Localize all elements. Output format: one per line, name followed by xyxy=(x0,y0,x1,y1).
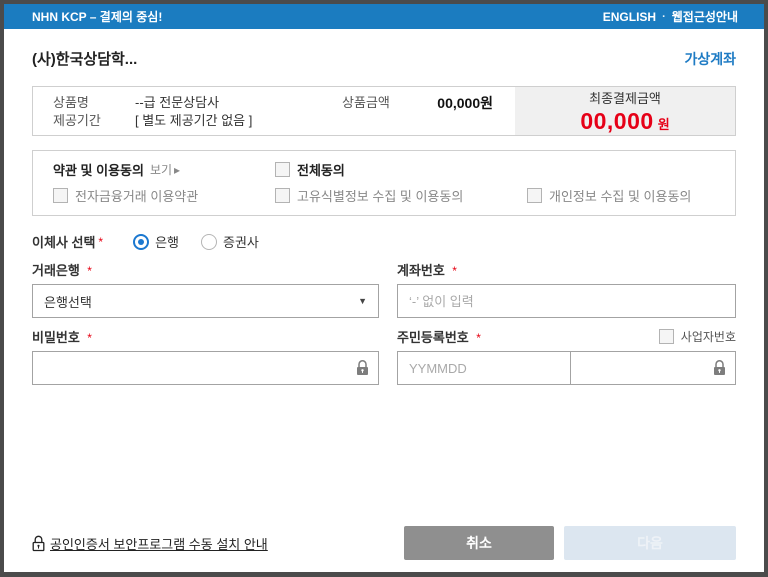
password-label-row: 비밀번호 * xyxy=(32,328,379,345)
password-field-col: 비밀번호 * xyxy=(32,318,379,385)
english-link[interactable]: ENGLISH xyxy=(603,10,656,24)
cancel-button[interactable]: 취소 xyxy=(404,526,554,560)
required-mark: * xyxy=(98,234,104,249)
password-label: 비밀번호 xyxy=(32,329,80,345)
radio-securities[interactable]: 증권사 xyxy=(201,232,259,251)
account-field-col: 계좌번호 * xyxy=(397,251,736,318)
account-label-row: 계좌번호 * xyxy=(397,261,736,278)
period-value: [ 별도 제공기간 없음 ] xyxy=(135,113,253,128)
payment-window: NHN KCP – 결제의 중심! ENGLISH · 웹접근성안내 (사)한국… xyxy=(0,0,768,577)
product-name-value: --급 전문상담사 xyxy=(135,95,220,110)
transfer-radio-group: 은행 증권사 xyxy=(133,232,259,251)
checkbox-icon xyxy=(527,188,542,203)
merchant-title: (사)한국상담학... xyxy=(32,51,138,68)
top-links-separator: · xyxy=(662,10,666,23)
required-mark: * xyxy=(476,330,481,345)
bank-label-row: 거래은행 * xyxy=(32,261,379,278)
next-button[interactable]: 다음 xyxy=(564,526,736,560)
account-number-input[interactable] xyxy=(397,284,736,318)
product-name-label: 상품명 xyxy=(53,95,89,110)
password-input[interactable] xyxy=(32,351,379,385)
checkbox-icon xyxy=(53,188,68,203)
radio-unselected-icon xyxy=(201,233,218,250)
rrn-inputs xyxy=(397,351,736,385)
radio-securities-label: 증권사 xyxy=(223,235,259,250)
transfer-type-row: 이체사 선택 * 은행 증권사 xyxy=(32,232,736,251)
total-label: 최종결제금액 xyxy=(589,90,661,106)
rrn-back-input[interactable] xyxy=(570,351,736,385)
agree-all-label: 전체동의 xyxy=(297,163,345,178)
term-label: 전자금융거래 이용약관 xyxy=(75,189,199,204)
radio-bank-label: 은행 xyxy=(155,235,180,250)
terms-title-cell: 약관 및 이용동의 보기 ▸ xyxy=(53,160,275,179)
rrn-label-row: 주민등록번호 * 사업자번호 xyxy=(397,328,736,345)
terms-items-row: 전자금융거래 이용약관 고유식별정보 수집 및 이용동의 개인정보 수집 및 이… xyxy=(53,186,715,205)
lock-outline-icon xyxy=(32,535,45,552)
form-row-password-rrn: 비밀번호 * 주민등록번호 * 사업자번호 YYMMDD xyxy=(32,318,736,385)
password-input-wrap xyxy=(32,351,379,385)
checkbox-icon xyxy=(658,329,674,344)
account-label: 계좌번호 xyxy=(397,262,445,278)
term-checkbox-unique-id[interactable]: 고유식별정보 수집 및 이용동의 xyxy=(275,186,527,205)
virtual-account-link[interactable]: 가상계좌 xyxy=(684,49,736,69)
period-label: 제공기간 xyxy=(53,113,101,128)
rrn-front-input[interactable] xyxy=(397,351,571,385)
lock-icon xyxy=(713,360,726,376)
rrn-back-input-wrap xyxy=(570,351,736,385)
footer-bar: 공인인증서 보안프로그램 수동 설치 안내 취소 다음 xyxy=(32,526,736,572)
terms-box: 약관 및 이용동의 보기 ▸ 전체동의 전자금융거래 이용약관 고유식별정보 수… xyxy=(32,150,736,216)
amount-value: 00,000원 xyxy=(437,95,493,111)
title-row: (사)한국상담학... 가상계좌 xyxy=(32,48,736,69)
total-amount-value: 00,000 xyxy=(580,107,654,134)
order-summary-box: 상품명 --급 전문상담사 상품금액 00,000원 제공기간 [ 별도 제공기… xyxy=(32,86,736,136)
top-bar: NHN KCP – 결제의 중심! ENGLISH · 웹접근성안내 xyxy=(4,4,764,29)
required-mark: * xyxy=(87,330,92,345)
term-checkbox-efinance[interactable]: 전자금융거래 이용약관 xyxy=(53,186,275,205)
order-details: 상품명 --급 전문상담사 상품금액 00,000원 제공기간 [ 별도 제공기… xyxy=(33,87,513,135)
total-currency: 원 xyxy=(657,116,670,132)
radio-selected-icon xyxy=(133,233,150,250)
lock-icon xyxy=(356,360,369,376)
cert-security-guide-link[interactable]: 공인인증서 보안프로그램 수동 설치 안내 xyxy=(32,534,268,553)
order-row-product: 상품명 --급 전문상담사 상품금액 00,000원 xyxy=(53,95,493,111)
rrn-label: 주민등록번호 xyxy=(397,329,469,345)
term-checkbox-privacy[interactable]: 개인정보 수집 및 이용동의 xyxy=(527,186,715,205)
chevron-down-icon: ▼ xyxy=(358,296,367,306)
top-links: ENGLISH · 웹접근성안내 xyxy=(603,8,738,25)
business-number-checkbox[interactable]: 사업자번호 xyxy=(658,328,736,345)
terms-view-arrow-icon: ▸ xyxy=(174,162,181,177)
total-amount-panel: 최종결제금액 00,000 원 xyxy=(513,87,735,135)
bank-field-col: 거래은행 * 은행선택 ▼ xyxy=(32,251,379,318)
required-mark: * xyxy=(87,263,92,278)
terms-title: 약관 및 이용동의 xyxy=(53,163,144,178)
accessibility-link[interactable]: 웹접근성안내 xyxy=(672,8,738,25)
bank-label: 거래은행 xyxy=(32,262,80,278)
content-area: (사)한국상담학... 가상계좌 상품명 --급 전문상담사 상품금액 00,0… xyxy=(4,29,764,572)
terms-header-row: 약관 및 이용동의 보기 ▸ 전체동의 xyxy=(53,160,715,179)
rrn-field-col: 주민등록번호 * 사업자번호 xyxy=(397,318,736,385)
cert-security-guide-text: 공인인증서 보안프로그램 수동 설치 안내 xyxy=(50,536,268,552)
term-label: 고유식별정보 수집 및 이용동의 xyxy=(297,189,464,204)
total-amount-line: 00,000 원 xyxy=(580,108,669,135)
form-row-bank-account: 거래은행 * 은행선택 ▼ 계좌번호 * xyxy=(32,251,736,318)
bank-select-value: 은행선택 xyxy=(44,294,92,310)
terms-view-label: 보기 xyxy=(149,163,173,177)
checkbox-icon xyxy=(275,188,290,203)
radio-bank[interactable]: 은행 xyxy=(133,232,179,251)
transfer-type-label: 이체사 선택 xyxy=(32,235,96,250)
order-row-period: 제공기간 [ 별도 제공기간 없음 ] xyxy=(53,113,493,129)
term-label: 개인정보 수집 및 이용동의 xyxy=(549,189,692,204)
required-mark: * xyxy=(452,263,457,278)
agree-all-checkbox[interactable]: 전체동의 xyxy=(275,160,527,179)
terms-view-link[interactable]: 보기 ▸ xyxy=(150,161,180,178)
brand-title: NHN KCP – 결제의 중심! xyxy=(32,10,163,24)
footer-buttons: 취소 다음 xyxy=(404,526,736,560)
checkbox-icon xyxy=(275,162,290,177)
amount-label: 상품금액 xyxy=(342,95,390,110)
business-number-label: 사업자번호 xyxy=(680,330,736,344)
bank-select[interactable]: 은행선택 ▼ xyxy=(32,284,379,318)
